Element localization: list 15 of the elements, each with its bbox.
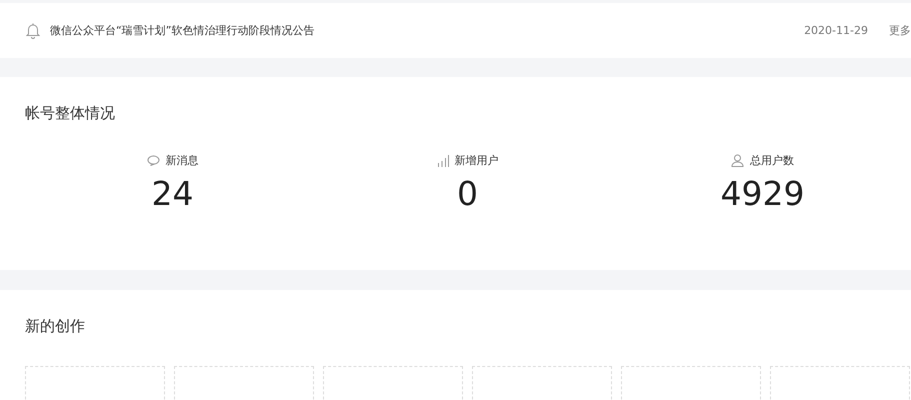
- notice-title[interactable]: 微信公众平台“瑞雪计划”软色情治理行动阶段情况公告: [50, 23, 804, 38]
- notice-date: 2020-11-29: [804, 24, 868, 37]
- stat-value: 4929: [720, 174, 804, 213]
- bar-chart-icon: [436, 154, 448, 166]
- more-link[interactable]: 更多: [889, 23, 911, 38]
- stat-value: 0: [457, 174, 478, 213]
- section-title: 新的创作: [24, 317, 86, 336]
- user-icon: [731, 154, 744, 167]
- stat-label: 新增用户: [454, 153, 498, 168]
- stat-label: 总用户数: [750, 153, 794, 168]
- stat-value: 24: [152, 174, 194, 213]
- stat-label: 新消息: [166, 153, 198, 168]
- section-title: 帐号整体情况: [24, 104, 116, 123]
- chat-bubble-icon: [146, 155, 160, 166]
- bell-icon: [25, 22, 41, 39]
